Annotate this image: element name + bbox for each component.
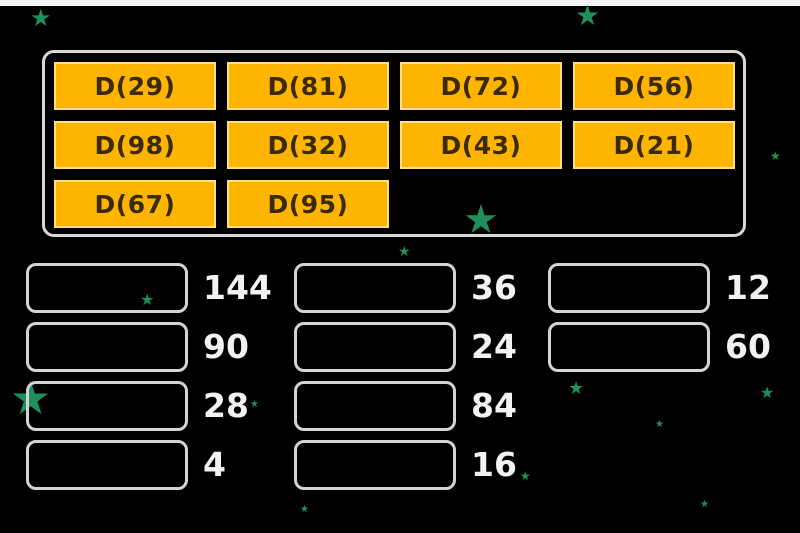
star-icon: ★ xyxy=(398,244,411,260)
tile-3[interactable]: D(72) xyxy=(400,62,562,110)
tile-1[interactable]: D(29) xyxy=(54,62,216,110)
star-icon: ★ xyxy=(300,504,309,515)
drop-slot[interactable] xyxy=(26,381,188,431)
star-icon: ★ xyxy=(655,419,664,430)
target-number: 84 xyxy=(471,386,517,425)
drop-slot[interactable] xyxy=(26,440,188,490)
tile-5[interactable]: D(98) xyxy=(54,121,216,169)
target-number: 144 xyxy=(203,268,272,307)
tile-8[interactable]: D(21) xyxy=(573,121,735,169)
drop-slot[interactable] xyxy=(26,263,188,313)
target-number: 16 xyxy=(471,445,517,484)
tile-7[interactable]: D(43) xyxy=(400,121,562,169)
target-number: 24 xyxy=(471,327,517,366)
drop-slot[interactable] xyxy=(548,322,710,372)
target-number: 90 xyxy=(203,327,249,366)
tile-4[interactable]: D(56) xyxy=(573,62,735,110)
star-icon: ★ xyxy=(575,0,601,32)
top-strip xyxy=(0,0,800,6)
star-icon: ★ xyxy=(520,469,531,483)
star-icon: ★ xyxy=(700,499,709,510)
target-number: 60 xyxy=(725,327,771,366)
star-icon: ★ xyxy=(250,399,259,410)
star-icon: ★ xyxy=(760,383,775,402)
drop-slot[interactable] xyxy=(294,440,456,490)
star-icon: ★ xyxy=(30,4,52,32)
drop-slot[interactable] xyxy=(294,381,456,431)
drop-slot[interactable] xyxy=(294,263,456,313)
drop-slot[interactable] xyxy=(26,322,188,372)
target-number: 4 xyxy=(203,445,226,484)
tile-6[interactable]: D(32) xyxy=(227,121,389,169)
tile-10[interactable]: D(95) xyxy=(227,180,389,228)
star-icon: ★ xyxy=(770,149,781,163)
target-number: 36 xyxy=(471,268,517,307)
drop-slot[interactable] xyxy=(294,322,456,372)
tile-2[interactable]: D(81) xyxy=(227,62,389,110)
target-number: 28 xyxy=(203,386,249,425)
star-icon: ★ xyxy=(568,378,585,399)
tile-9[interactable]: D(67) xyxy=(54,180,216,228)
drop-slot[interactable] xyxy=(548,263,710,313)
target-number: 12 xyxy=(725,268,771,307)
